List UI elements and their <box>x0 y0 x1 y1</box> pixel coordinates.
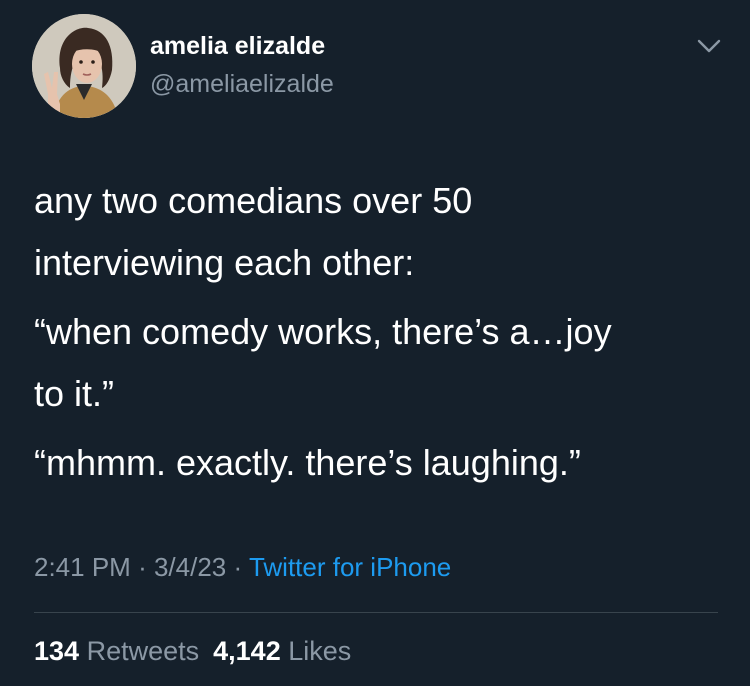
avatar[interactable] <box>32 14 136 118</box>
tweet-meta: 2:41 PM · 3/4/23 · Twitter for iPhone <box>34 552 451 583</box>
likes-count: 4,142 <box>213 636 281 666</box>
likes-label: Likes <box>288 636 352 666</box>
tweet-card: amelia elizalde @ameliaelizalde any two … <box>0 0 750 686</box>
tweet-line: to it.” <box>34 373 115 414</box>
divider <box>34 612 718 613</box>
tweet-source-link[interactable]: Twitter for iPhone <box>249 552 451 582</box>
retweets-count: 134 <box>34 636 80 666</box>
tweet-time: 2:41 PM <box>34 552 131 582</box>
meta-separator: · <box>138 552 147 582</box>
meta-separator: · <box>233 552 243 582</box>
chevron-down-icon[interactable] <box>696 36 722 56</box>
tweet-text: any two comedians over 50 interviewing e… <box>34 170 724 494</box>
user-display-name[interactable]: amelia elizalde <box>150 32 325 61</box>
tweet-stats: 134 Retweets 4,142 Likes <box>34 636 351 667</box>
retweets-stat[interactable]: 134 Retweets <box>34 636 199 666</box>
tweet-line: interviewing each other: <box>34 242 415 283</box>
tweet-line: “when comedy works, there’s a…joy <box>34 311 612 352</box>
tweet-date: 3/4/23 <box>153 552 227 582</box>
avatar-image <box>32 14 136 118</box>
retweets-label: Retweets <box>86 636 200 666</box>
user-handle[interactable]: @ameliaelizalde <box>150 70 334 99</box>
tweet-line: “mhmm. exactly. there’s laughing.” <box>34 442 581 483</box>
tweet-line: any two comedians over 50 <box>34 180 473 221</box>
likes-stat[interactable]: 4,142 Likes <box>213 636 351 666</box>
